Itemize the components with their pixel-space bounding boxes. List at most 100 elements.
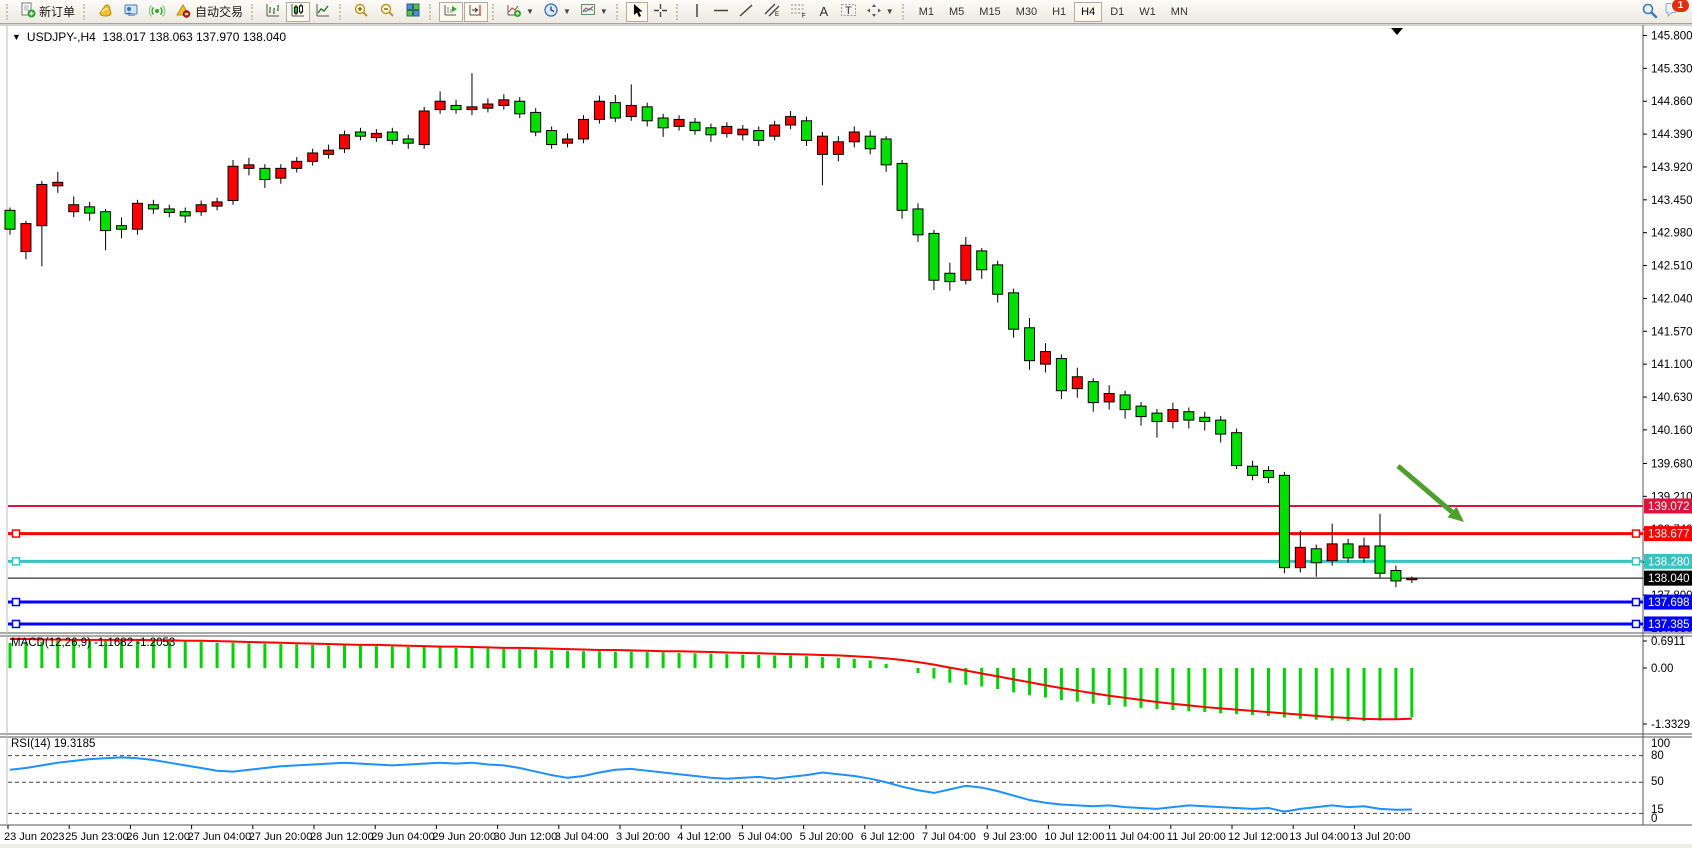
candle-body bbox=[610, 103, 620, 118]
time-axis-label: 7 Jul 04:00 bbox=[922, 831, 976, 843]
rsi-scale-label: 0 bbox=[1651, 813, 1657, 825]
candle-body bbox=[1311, 549, 1321, 563]
search-icon[interactable] bbox=[1641, 2, 1658, 22]
fibonacci-button[interactable]: F bbox=[786, 2, 812, 22]
toolbar-grip bbox=[83, 4, 89, 20]
trendline-icon bbox=[738, 3, 754, 21]
candle-body bbox=[1343, 544, 1353, 558]
new-order-button[interactable]: 新订单 bbox=[16, 2, 79, 22]
equidistant-channel-button[interactable]: E bbox=[759, 2, 785, 22]
high-value: 138.063 bbox=[149, 30, 192, 44]
candle-body bbox=[292, 161, 302, 168]
collapse-triangle-icon[interactable]: ▼ bbox=[12, 32, 21, 42]
text-label-button[interactable]: T bbox=[836, 2, 861, 22]
timeframe-button-D1[interactable]: D1 bbox=[1103, 2, 1131, 22]
candle-body bbox=[180, 212, 190, 216]
autotrading-button[interactable]: 自动交易 bbox=[171, 2, 247, 22]
candle-body bbox=[977, 251, 987, 270]
zoom-in-icon bbox=[353, 2, 370, 21]
cursor-button[interactable] bbox=[626, 2, 648, 22]
price-line-label: 137.698 bbox=[1648, 597, 1690, 609]
text-button[interactable]: A bbox=[813, 2, 835, 22]
trendline-button[interactable] bbox=[734, 2, 758, 22]
trader-terminal-button[interactable] bbox=[119, 2, 144, 22]
zoom-in-button[interactable] bbox=[349, 2, 374, 22]
hline-handle[interactable] bbox=[13, 530, 20, 537]
chart-shift-button[interactable] bbox=[464, 2, 488, 22]
candle-body bbox=[419, 111, 429, 145]
time-axis-label: 30 Jun 12:00 bbox=[494, 831, 558, 843]
macd-signal-line bbox=[10, 639, 1412, 719]
candle-body bbox=[355, 132, 365, 136]
chat-button[interactable]: 1 bbox=[1664, 2, 1683, 22]
periods-button[interactable]: ▼ bbox=[539, 2, 575, 22]
toolbar-grip bbox=[6, 4, 12, 20]
line-chart-button[interactable] bbox=[311, 2, 335, 22]
auto-scroll-button[interactable] bbox=[439, 2, 463, 22]
horizontal-line-button[interactable] bbox=[709, 2, 733, 22]
timeframe-button-MN[interactable]: MN bbox=[1164, 2, 1195, 22]
toolbar-grip bbox=[339, 4, 345, 20]
timeframe-button-M15[interactable]: M15 bbox=[972, 2, 1007, 22]
timeframe-button-H4[interactable]: H4 bbox=[1074, 2, 1102, 22]
templates-button[interactable]: ▼ bbox=[576, 2, 612, 22]
hline-handle[interactable] bbox=[1633, 558, 1640, 565]
hline-handle[interactable] bbox=[1633, 620, 1640, 627]
time-axis-label: 13 Jul 20:00 bbox=[1350, 831, 1410, 843]
candle-body bbox=[642, 107, 652, 121]
text-label-icon: T bbox=[840, 2, 857, 21]
time-axis-label: 6 Jul 12:00 bbox=[861, 831, 915, 843]
timeframe-button-H1[interactable]: H1 bbox=[1045, 2, 1073, 22]
bar-chart-icon bbox=[265, 2, 281, 21]
timeframe-button-M1[interactable]: M1 bbox=[912, 2, 941, 22]
candle-body bbox=[451, 105, 461, 109]
rsi-scale-label: 80 bbox=[1651, 750, 1664, 762]
hline-handle[interactable] bbox=[13, 620, 20, 627]
tile-windows-button[interactable] bbox=[401, 2, 425, 22]
timeframe-button-W1[interactable]: W1 bbox=[1132, 2, 1163, 22]
rsi-label: RSI(14) bbox=[11, 738, 51, 750]
timeframe-button-M30[interactable]: M30 bbox=[1009, 2, 1044, 22]
gold-bar-button[interactable] bbox=[93, 2, 118, 22]
chart-canvas[interactable]: 145.800145.330144.860144.390143.920143.4… bbox=[0, 24, 1692, 848]
candle-body bbox=[435, 101, 445, 109]
hline-handle[interactable] bbox=[13, 599, 20, 606]
equidistant-channel-icon: E bbox=[763, 2, 781, 21]
candle-body bbox=[674, 119, 684, 126]
autotrading-icon bbox=[175, 3, 192, 21]
macd-scale-label: -1.3329 bbox=[1651, 719, 1690, 731]
candle-body bbox=[21, 224, 31, 252]
candle-body bbox=[722, 126, 732, 133]
candle-body bbox=[531, 112, 541, 132]
candle-body bbox=[658, 118, 668, 128]
candlestick-chart-button[interactable] bbox=[286, 2, 310, 22]
hline-handle[interactable] bbox=[13, 558, 20, 565]
candle-body bbox=[770, 125, 780, 136]
time-axis-label: 27 Jun 20:00 bbox=[249, 831, 313, 843]
trader-terminal-icon bbox=[123, 3, 140, 21]
price-tick-label: 139.680 bbox=[1651, 458, 1692, 470]
open-value: 138.017 bbox=[103, 30, 146, 44]
vertical-line-button[interactable] bbox=[686, 2, 708, 22]
chart-shift-marker[interactable] bbox=[1391, 28, 1403, 35]
price-tick-label: 141.570 bbox=[1651, 326, 1692, 338]
arrows-button[interactable]: ▼ bbox=[862, 2, 898, 22]
vertical-line-icon bbox=[690, 3, 704, 21]
candlestick-chart-icon bbox=[290, 2, 306, 21]
crosshair-button[interactable] bbox=[649, 2, 672, 22]
indicators-button[interactable]: ▼ bbox=[502, 2, 538, 22]
hline-handle[interactable] bbox=[1633, 599, 1640, 606]
zoom-out-button[interactable] bbox=[375, 2, 400, 22]
bar-chart-button[interactable] bbox=[261, 2, 285, 22]
rsi-value: 19.3185 bbox=[54, 738, 96, 750]
close-value: 138.040 bbox=[243, 30, 286, 44]
price-tick-label: 142.510 bbox=[1651, 261, 1692, 273]
candle-body bbox=[578, 119, 588, 139]
hline-handle[interactable] bbox=[1633, 530, 1640, 537]
signal-button[interactable] bbox=[145, 2, 170, 22]
candle-body bbox=[1248, 466, 1258, 475]
price-tick-label: 144.860 bbox=[1651, 96, 1692, 108]
timeframe-button-M5[interactable]: M5 bbox=[942, 2, 971, 22]
rsi-scale-label: 50 bbox=[1651, 776, 1664, 788]
auto-scroll-icon bbox=[443, 2, 459, 21]
